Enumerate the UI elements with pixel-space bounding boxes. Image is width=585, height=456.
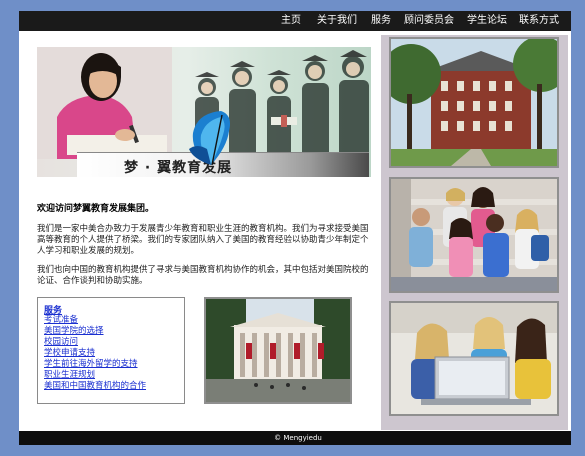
nav-about[interactable]: 关于我们	[317, 11, 357, 31]
campus-building-photo	[204, 297, 352, 404]
butterfly-logo-icon	[189, 111, 230, 166]
service-link-college-choice[interactable]: 美国学院的选择	[44, 326, 104, 336]
page-footer: © Mengyiedu	[19, 431, 571, 445]
students-laptop-photo	[389, 301, 559, 416]
student-image	[37, 47, 172, 159]
service-link-application-support[interactable]: 学校申请支持	[44, 348, 95, 358]
header-banner: 梦 · 翼教育发展	[37, 47, 371, 177]
footer-copyright: © Mengyiedu	[274, 434, 322, 442]
nav-home[interactable]: 主页	[281, 11, 301, 31]
students-group-photo	[389, 177, 559, 293]
service-link-career-planning[interactable]: 职业生涯规划	[44, 370, 95, 380]
red-brick-hall-photo	[389, 37, 559, 168]
nav-contact[interactable]: 联系方式	[519, 11, 559, 31]
nav-student-forum[interactable]: 学生论坛	[467, 11, 507, 31]
cooperation-paragraph: 我们也向中国的教育机构提供了寻求与美国教育机构协作的机会，其中包括对美国院校的论…	[37, 265, 369, 286]
nav-advisory-board[interactable]: 顾问委员会	[404, 11, 454, 31]
welcome-heading: 欢迎访问梦翼教育发展集团。	[37, 204, 155, 214]
nav-services[interactable]: 服务	[371, 11, 391, 31]
service-link-test-prep[interactable]: 考试准备	[44, 315, 78, 325]
service-link-institution-cooperation[interactable]: 美国和中国教育机构的合作	[44, 381, 146, 391]
service-link-campus-visit[interactable]: 校园访问	[44, 337, 78, 347]
services-box: 服务 考试准备 美国学院的选择 校园访问 学校申请支持 学生前往海外留学的支持 …	[37, 297, 185, 404]
intro-paragraph: 我们是一家中美合办致力于发展青少年教育和职业生涯的教育机构。我们为寻求接受美国高…	[37, 224, 369, 256]
top-nav: 主页 关于我们 服务 顾问委员会 学生论坛 联系方式	[19, 11, 571, 31]
service-link-study-abroad-support[interactable]: 学生前往海外留学的支持	[44, 359, 138, 369]
